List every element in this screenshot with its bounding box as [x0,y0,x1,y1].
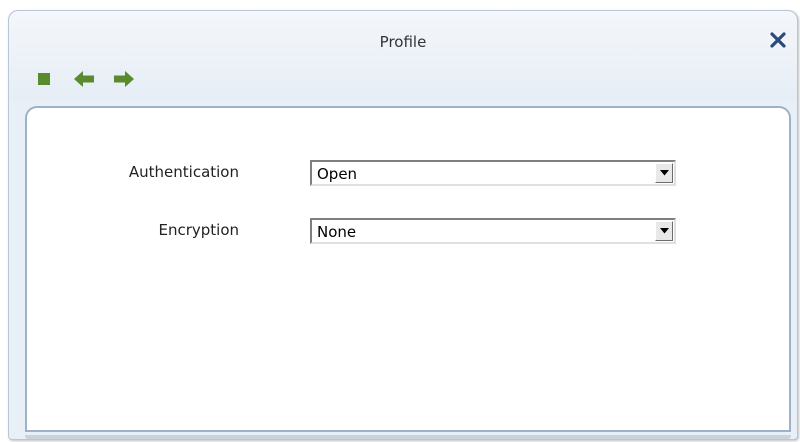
authentication-row: Authentication Open [27,160,789,186]
encryption-value: None [317,223,357,241]
arrow-right-icon [114,71,134,87]
dropdown-arrow-icon[interactable] [655,163,673,183]
stop-button[interactable] [29,66,59,92]
profile-window: Profile Authentication Open Encryption N… [8,10,798,440]
encryption-row: Encryption None [27,218,789,244]
forward-button[interactable] [109,66,139,92]
encryption-select[interactable]: None [310,218,676,244]
encryption-label: Encryption [158,221,239,239]
panel-bottom-edge [25,435,791,439]
window-title: Profile [379,33,427,51]
title-bar: Profile [9,11,797,101]
authentication-label: Authentication [128,163,239,181]
arrow-left-icon [74,71,94,87]
authentication-value: Open [317,165,358,183]
authentication-select[interactable]: Open [310,160,676,186]
close-icon[interactable] [767,29,789,51]
stop-square-icon [38,73,50,85]
dropdown-arrow-icon[interactable] [655,221,673,241]
back-button[interactable] [69,66,99,92]
toolbar [29,65,149,93]
settings-panel: Authentication Open Encryption None [25,106,791,432]
